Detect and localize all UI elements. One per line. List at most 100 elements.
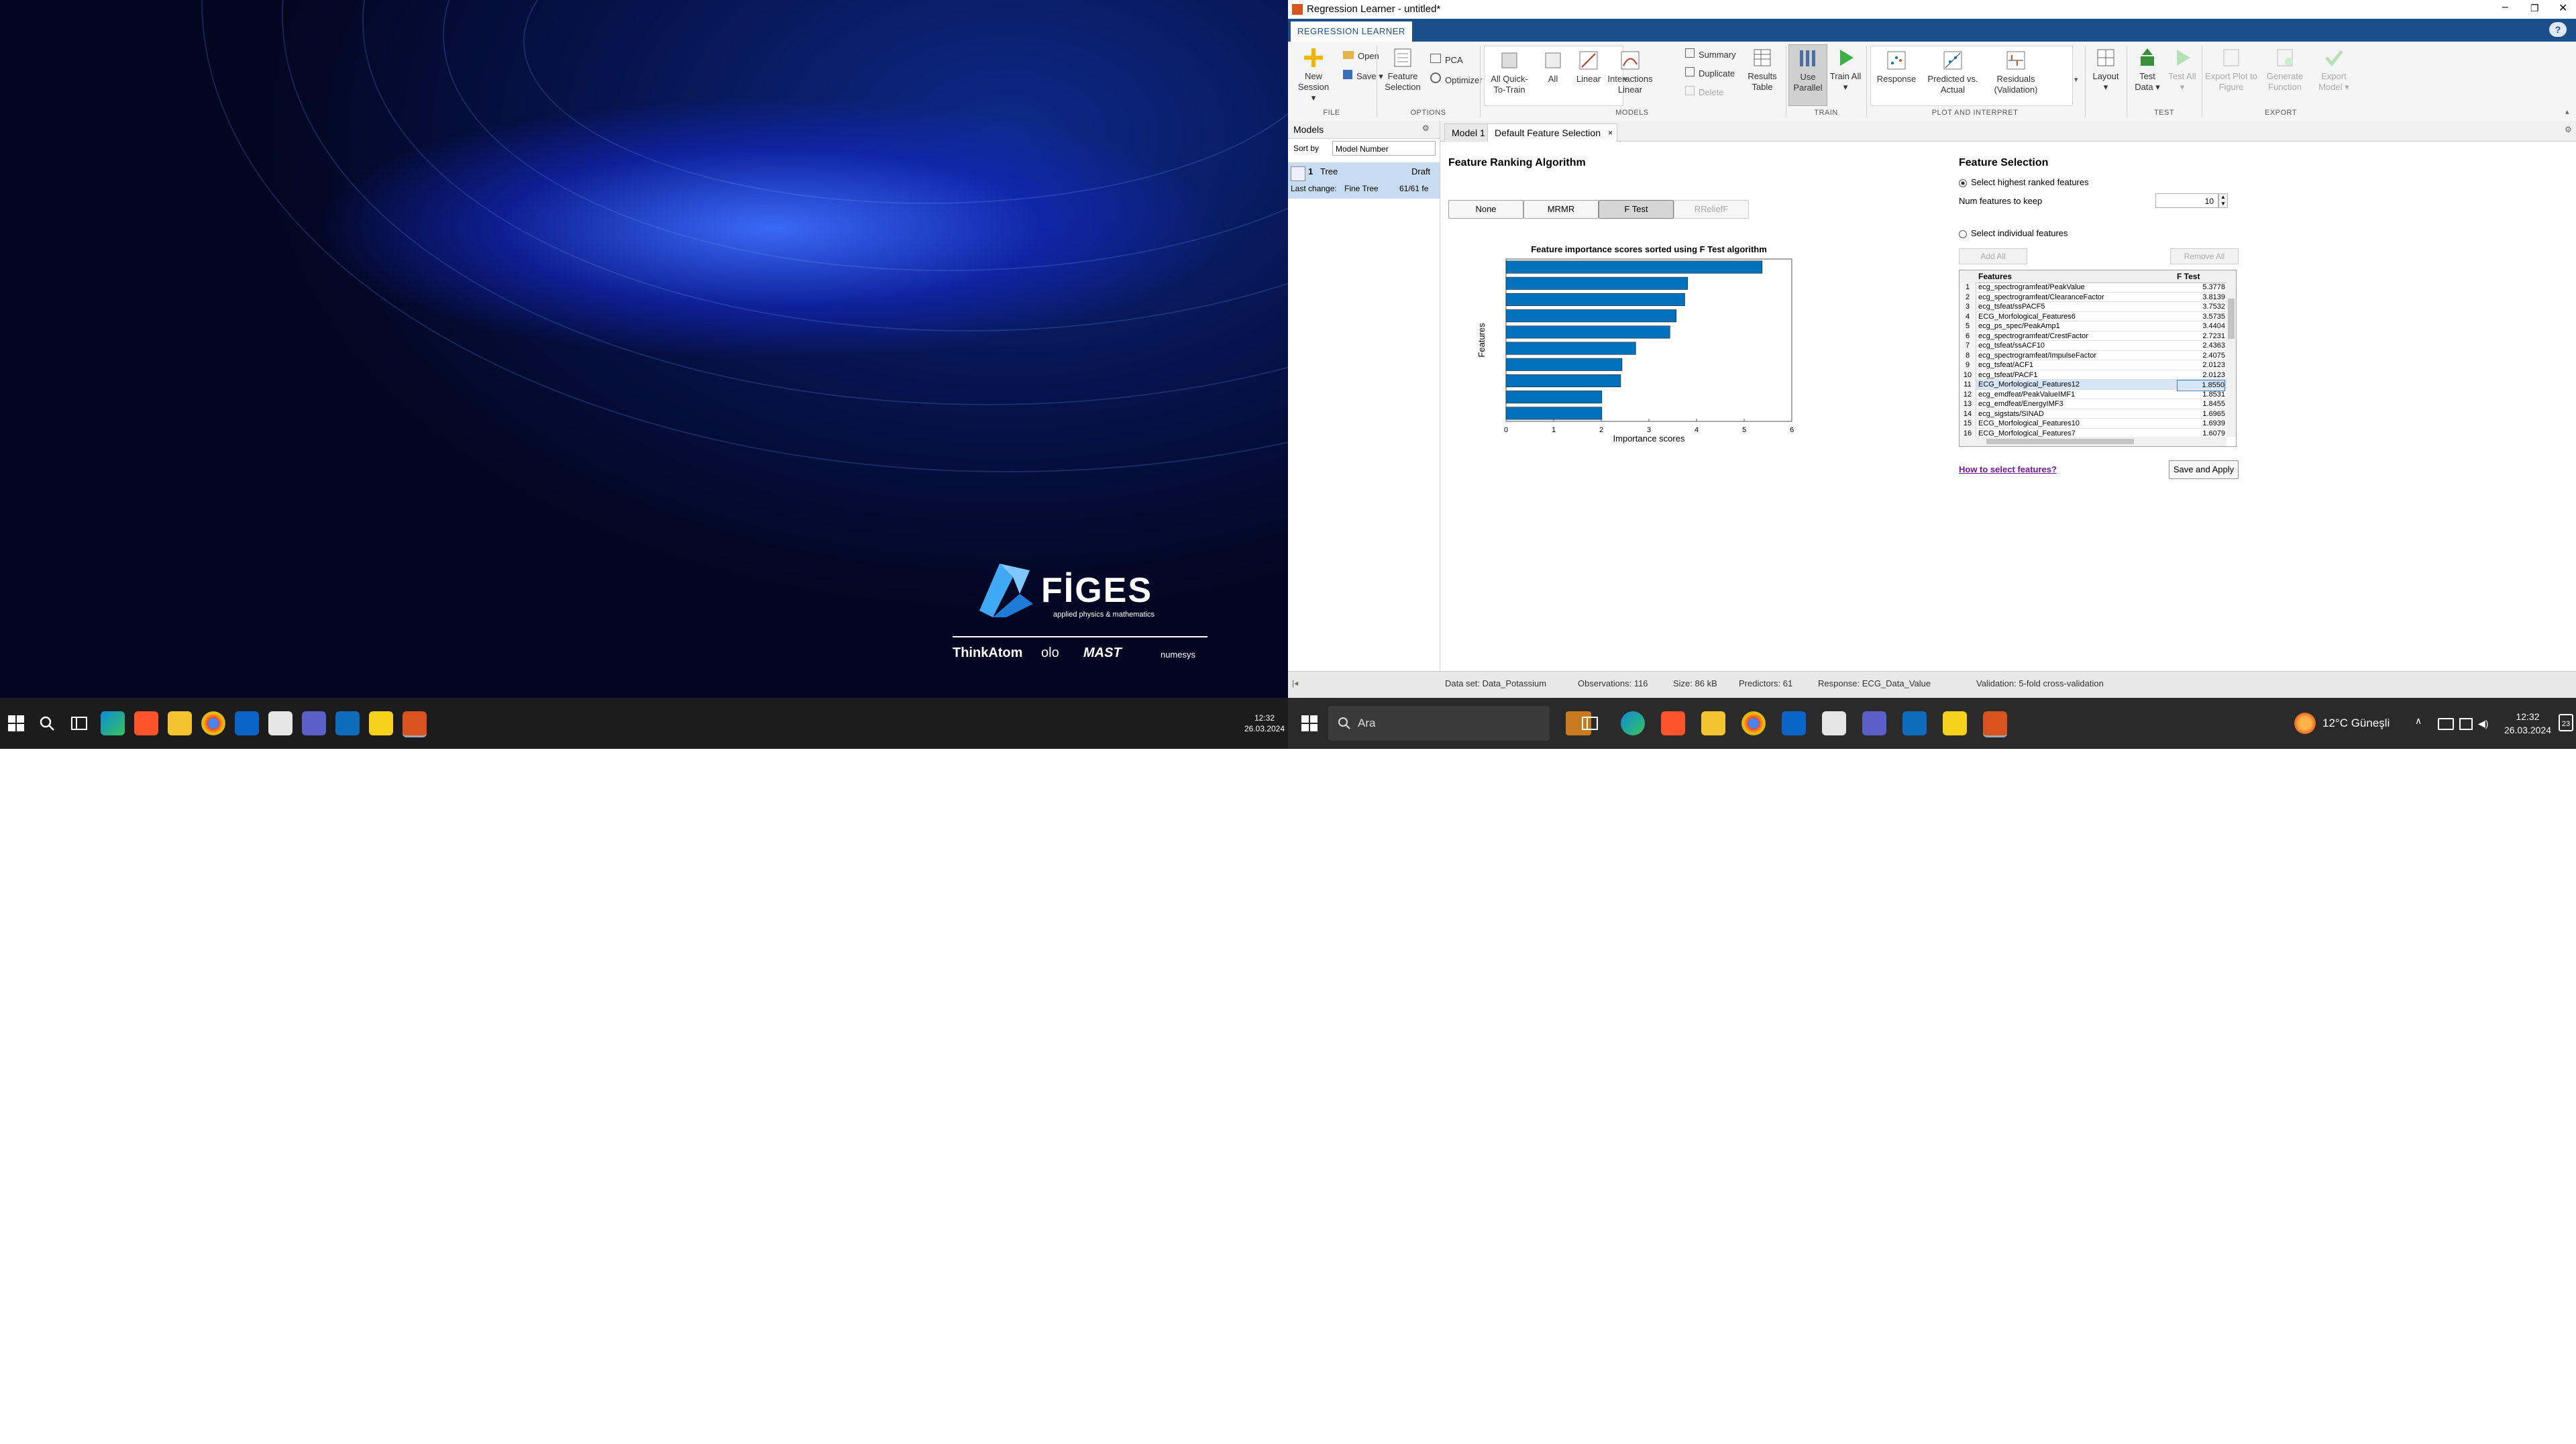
export-plot-button[interactable]: Export Plot to Figure bbox=[2204, 47, 2258, 93]
teams-icon[interactable] bbox=[302, 711, 326, 735]
tab-default-feature-selection[interactable]: Default Feature Selection × bbox=[1487, 123, 1617, 142]
table-row[interactable]: 3 ecg_tsfeat/ssPACF5 3.7532 bbox=[1960, 302, 2226, 312]
taskbar-search-box[interactable]: Ara bbox=[1328, 706, 1591, 741]
edge-icon[interactable] bbox=[1621, 711, 1645, 735]
help-button[interactable]: ? bbox=[2549, 22, 2567, 37]
duplicate-button[interactable]: Duplicate bbox=[1685, 67, 1735, 79]
mail-icon[interactable] bbox=[235, 711, 259, 735]
horizontal-scrollbar[interactable] bbox=[1960, 437, 2226, 446]
windows-start-icon[interactable] bbox=[8, 715, 24, 731]
table-row[interactable]: 14 ecg_sigstats/SINAD 1.6965 bbox=[1960, 409, 2226, 419]
use-parallel-toggle[interactable]: Use Parallel bbox=[1788, 44, 1827, 106]
matlab-icon[interactable] bbox=[1983, 711, 2007, 737]
teams-icon[interactable] bbox=[1862, 711, 1886, 735]
outlook-icon[interactable] bbox=[335, 711, 360, 735]
open-button[interactable]: Open bbox=[1343, 51, 1379, 61]
battery-icon[interactable] bbox=[2438, 718, 2454, 730]
tab-regression-learner[interactable]: REGRESSION LEARNER bbox=[1291, 21, 1412, 42]
save-and-apply-button[interactable]: Save and Apply bbox=[2169, 460, 2239, 479]
right-clock[interactable]: 12:32 26.03.2024 bbox=[2502, 710, 2553, 737]
remove-all-button[interactable]: Remove All bbox=[2170, 248, 2239, 264]
brave-icon[interactable] bbox=[134, 711, 158, 735]
table-row[interactable]: 10 ecg_tsfeat/PACF1 2.0123 bbox=[1960, 370, 2226, 380]
optimizer-button[interactable]: Optimizer bbox=[1430, 72, 1483, 85]
test-data-button[interactable]: Test Data ▾ bbox=[2131, 47, 2164, 93]
store-icon[interactable] bbox=[268, 711, 292, 735]
volume-icon[interactable]: ◀) bbox=[2478, 718, 2488, 729]
interactions-linear-button[interactable]: Interactions Linear bbox=[1607, 50, 1653, 95]
collapse-ribbon-arrow[interactable]: ▴ bbox=[2565, 107, 2569, 116]
table-row[interactable]: 4 ECG_Morfological_Features6 3.5735 bbox=[1960, 311, 2226, 321]
left-clock[interactable]: 12:32 26.03.2024 bbox=[1241, 713, 1288, 734]
task-view-icon[interactable] bbox=[71, 717, 87, 730]
algorithm-f-test-button[interactable]: F Test bbox=[1599, 200, 1674, 219]
algorithm-mrmr-button[interactable]: MRMR bbox=[1523, 200, 1599, 219]
outlook-icon[interactable] bbox=[1902, 711, 1927, 735]
status-resize-handle[interactable]: |◂ bbox=[1292, 678, 1298, 688]
generate-function-button[interactable]: Generate Function bbox=[2259, 47, 2310, 93]
chrome-icon[interactable] bbox=[1741, 711, 1766, 735]
weather-text[interactable]: 12°C Güneşli bbox=[2322, 717, 2390, 730]
table-row[interactable]: 15 ECG_Morfological_Features10 1.6939 bbox=[1960, 419, 2226, 429]
sticky-notes-icon[interactable] bbox=[369, 711, 393, 735]
all-quick-to-train-button[interactable]: All Quick-To-Train bbox=[1487, 50, 1532, 95]
tab-model-1[interactable]: Model 1 bbox=[1444, 123, 1493, 142]
horizontal-scroll-thumb[interactable] bbox=[1986, 439, 2134, 444]
all-models-button[interactable]: All bbox=[1536, 50, 1570, 85]
num-features-spinner[interactable]: ▲ ▼ bbox=[2218, 193, 2228, 208]
column-header-features[interactable]: Features bbox=[1978, 272, 2012, 281]
file-explorer-icon[interactable] bbox=[168, 711, 192, 735]
table-row[interactable]: 13 ecg_emdfeat/EnergyIMF3 1.8455 bbox=[1960, 399, 2226, 409]
algorithm-none-button[interactable]: None bbox=[1448, 200, 1523, 219]
table-row[interactable]: 7 ecg_tsfeat/ssACF10 2.4363 bbox=[1960, 341, 2226, 351]
pca-button[interactable]: PCA bbox=[1430, 54, 1463, 65]
export-model-button[interactable]: Export Model ▾ bbox=[2312, 47, 2356, 93]
table-row[interactable]: 9 ecg_tsfeat/ACF1 2.0123 bbox=[1960, 360, 2226, 370]
table-row[interactable]: 11 ECG_Morfological_Features12 1.8550 bbox=[1960, 380, 2226, 391]
results-table-button[interactable]: Results Table bbox=[1744, 47, 1780, 93]
table-row[interactable]: 1 ecg_spectrogramfeat/PeakValue 5.3778 bbox=[1960, 282, 2226, 293]
vertical-scroll-thumb[interactable] bbox=[2228, 299, 2235, 339]
search-icon[interactable] bbox=[39, 715, 55, 731]
new-session-button[interactable]: New Session ▾ bbox=[1295, 47, 1332, 103]
linear-model-button[interactable]: Linear bbox=[1571, 50, 1606, 85]
show-hidden-icons-chevron[interactable]: ∧ bbox=[2415, 715, 2422, 727]
sort-by-dropdown[interactable]: Model Number bbox=[1332, 141, 1436, 156]
residuals-plot-button[interactable]: Residuals (Validation) bbox=[1986, 50, 2046, 95]
task-view-icon[interactable] bbox=[1582, 717, 1598, 730]
doc-gear-icon[interactable]: ⚙ bbox=[2565, 125, 2572, 134]
close-window-button[interactable]: ✕ bbox=[2559, 1, 2567, 15]
feature-selection-button[interactable]: Feature Selection bbox=[1381, 47, 1425, 93]
table-row[interactable]: 2 ecg_spectrogramfeat/ClearanceFactor 3.81… bbox=[1960, 292, 2226, 302]
test-all-button[interactable]: Test All ▾ bbox=[2167, 47, 2198, 93]
mail-icon[interactable] bbox=[1782, 711, 1806, 735]
delete-button[interactable]: Delete bbox=[1685, 86, 1724, 97]
table-row[interactable]: 5 ecg_ps_spec/PeakAmp1 3.4404 bbox=[1960, 321, 2226, 331]
model-list-item[interactable]: 1 Tree Draft Last change: Fine Tree 61/6… bbox=[1288, 162, 1440, 199]
table-row[interactable]: 6 ecg_spectrogramfeat/CrestFactor 2.7231 bbox=[1960, 331, 2226, 341]
add-all-button[interactable]: Add All bbox=[1959, 248, 2027, 264]
notification-center-icon[interactable]: 23 bbox=[2559, 714, 2573, 731]
layout-button[interactable]: Layout ▾ bbox=[2089, 47, 2123, 93]
network-icon[interactable] bbox=[2459, 718, 2473, 730]
select-highest-radio[interactable]: Select highest ranked features bbox=[1959, 177, 2089, 187]
how-to-select-features-link[interactable]: How to select features? bbox=[1959, 464, 2057, 474]
num-features-input[interactable]: 10 bbox=[2155, 193, 2218, 208]
chrome-icon[interactable] bbox=[201, 711, 225, 735]
minimize-button[interactable]: – bbox=[2502, 1, 2508, 13]
vertical-scrollbar[interactable] bbox=[2226, 282, 2236, 437]
maximize-button[interactable]: ❐ bbox=[2530, 3, 2539, 14]
close-tab-icon[interactable]: × bbox=[1608, 124, 1613, 142]
file-explorer-icon[interactable] bbox=[1701, 711, 1725, 735]
gallery-expand-arrow[interactable]: ▾ bbox=[1623, 75, 1627, 84]
store-icon[interactable] bbox=[1822, 711, 1846, 735]
panel-gear-icon[interactable]: ⚙ bbox=[1422, 123, 1430, 133]
brave-icon[interactable] bbox=[1661, 711, 1685, 735]
sticky-notes-icon[interactable] bbox=[1943, 711, 1967, 735]
column-header-f-test[interactable]: F Test bbox=[2177, 272, 2200, 281]
response-plot-button[interactable]: Response bbox=[1873, 50, 1920, 85]
weather-sun-icon[interactable] bbox=[2294, 713, 2316, 734]
predicted-vs-actual-button[interactable]: Predicted vs. Actual bbox=[1923, 50, 1983, 95]
train-all-button[interactable]: Train All ▾ bbox=[1829, 47, 1862, 93]
plot-gallery-expand-arrow[interactable]: ▾ bbox=[2074, 75, 2078, 84]
